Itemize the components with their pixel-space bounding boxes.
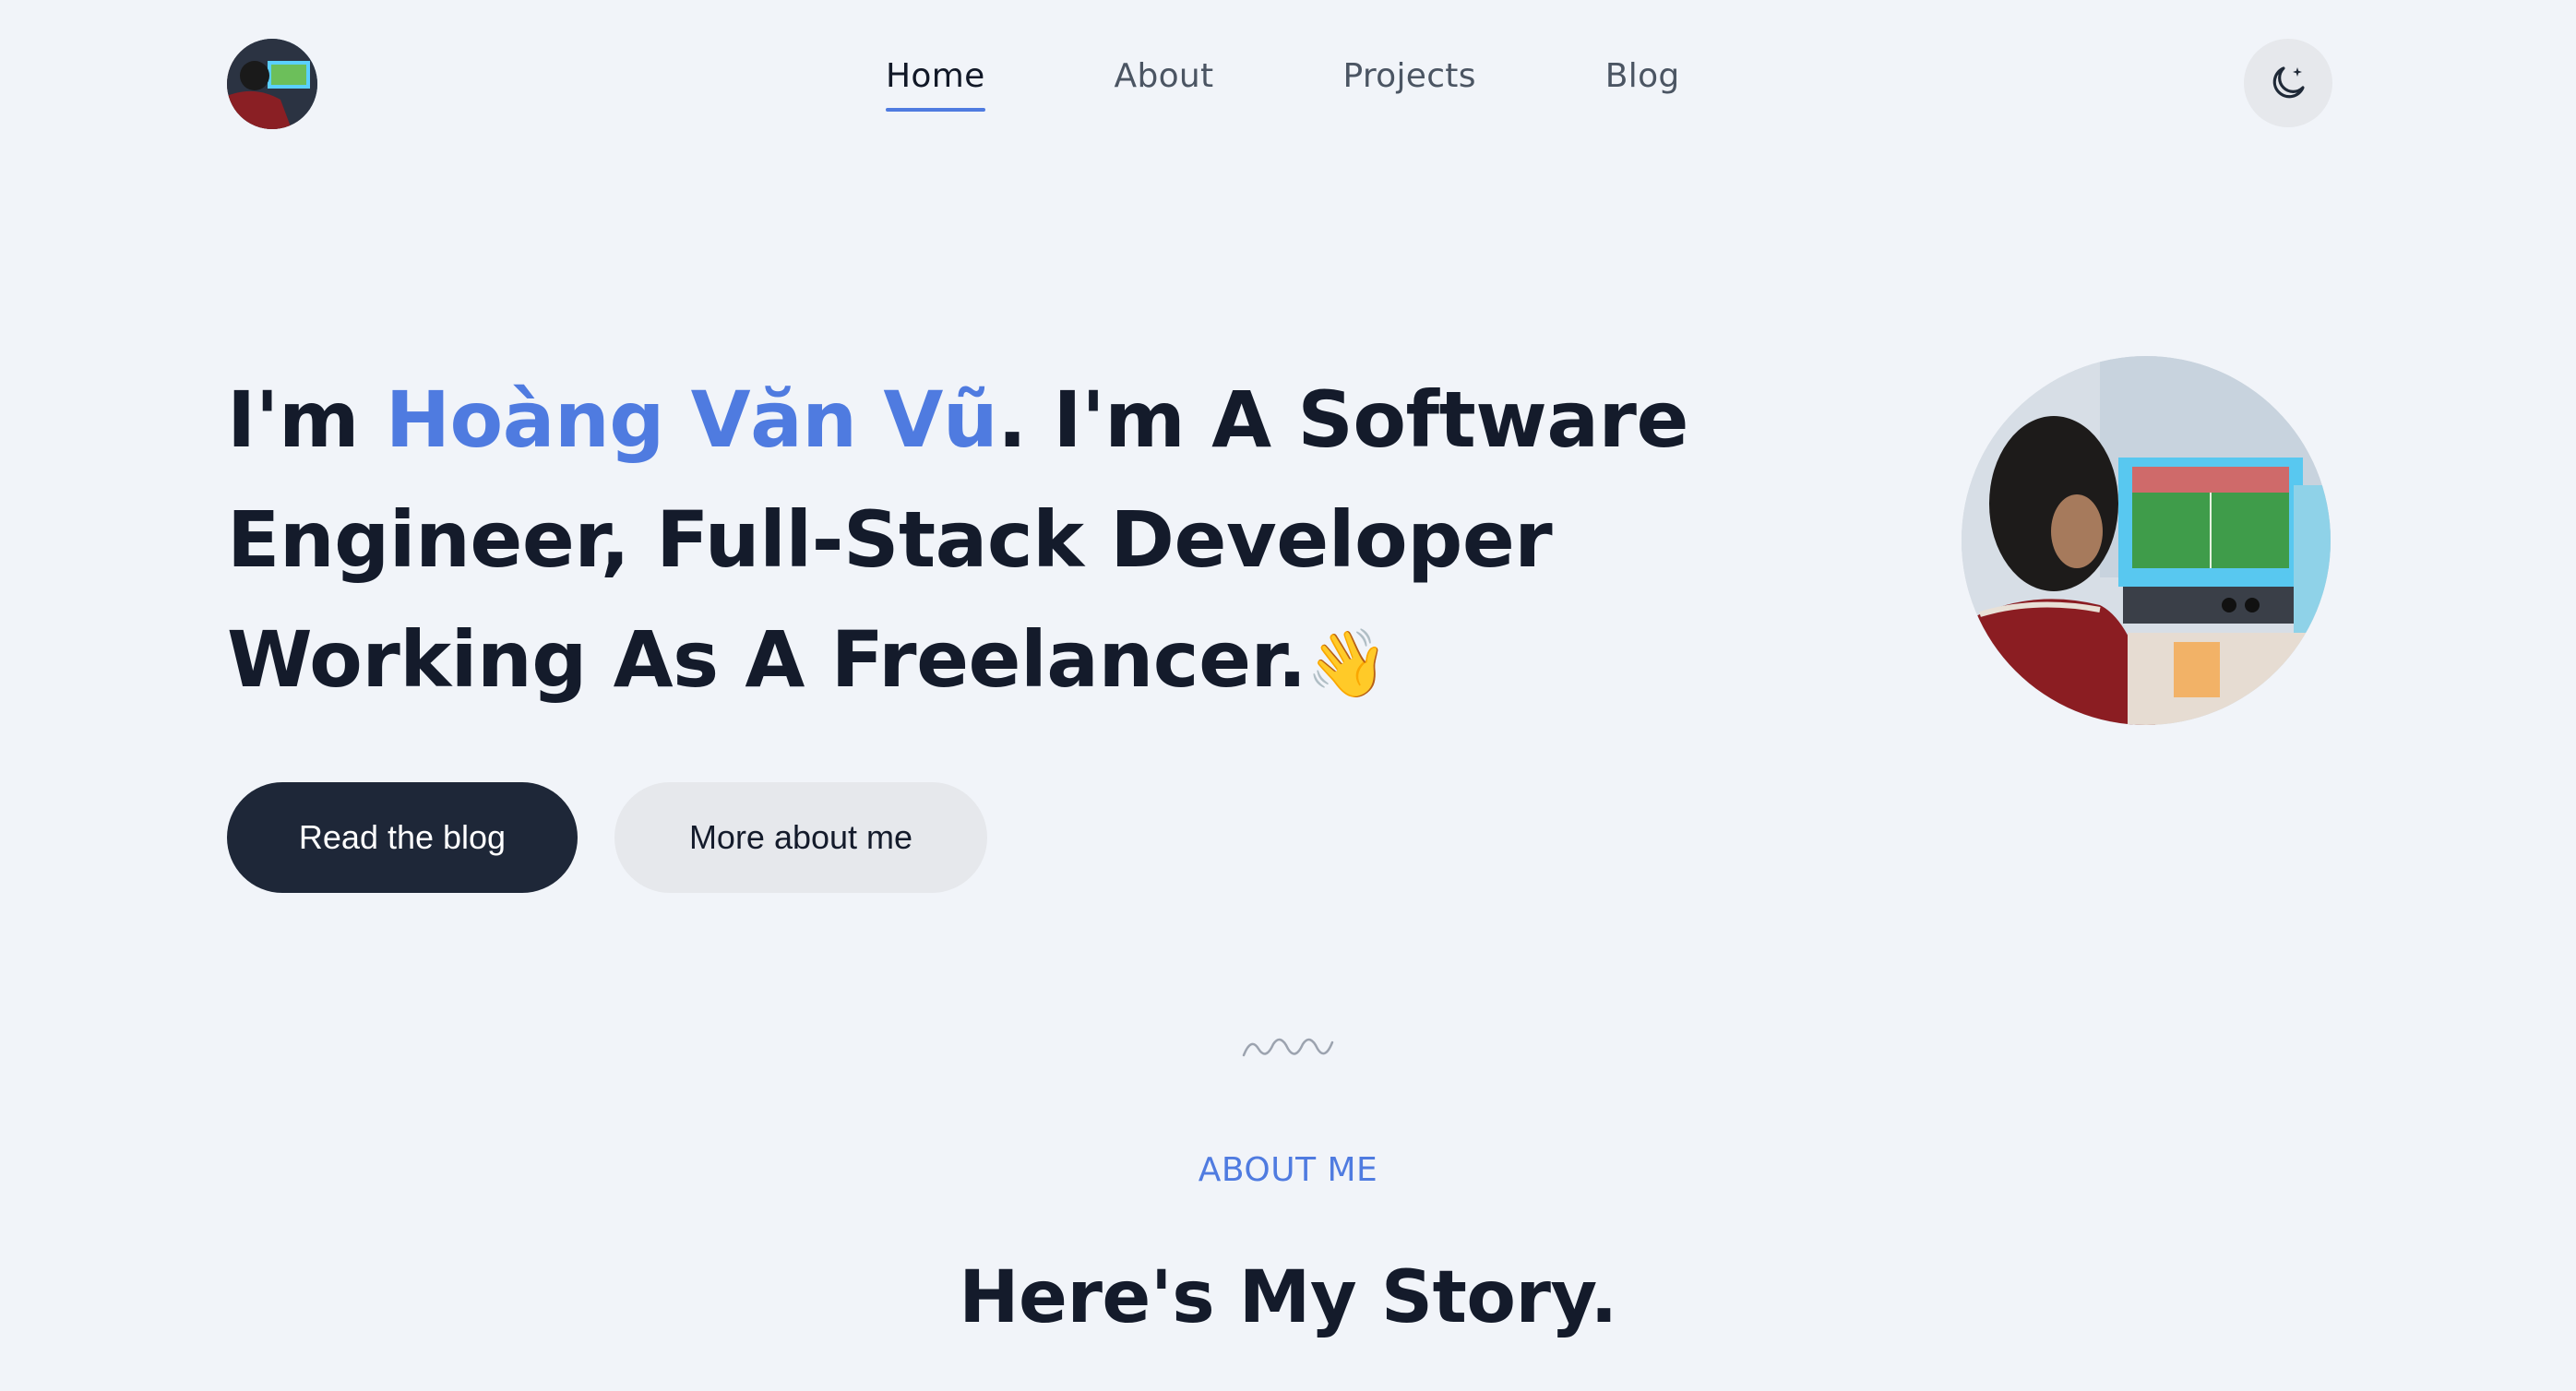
about-section-label: ABOUT ME (1198, 1151, 1378, 1189)
hero-intro-prefix: I'm (227, 374, 386, 465)
waving-hand-icon: 👋 (1306, 624, 1389, 702)
about-section-title: Here's My Story. (959, 1256, 1617, 1339)
nav-projects[interactable]: Projects (1342, 57, 1475, 95)
more-about-button[interactable]: More about me (614, 782, 987, 893)
profile-photo (1962, 356, 2331, 725)
avatar[interactable] (227, 39, 317, 129)
page: Home About Projects Blog I'm Hoàng Văn V… (0, 0, 2576, 1391)
nav-about[interactable]: About (1115, 57, 1214, 95)
theme-toggle-button[interactable] (2244, 39, 2332, 127)
main-nav: Home About Projects Blog (886, 57, 1680, 112)
moon-star-icon (2272, 66, 2305, 99)
squiggle-divider (1242, 1038, 1334, 1057)
read-blog-button[interactable]: Read the blog (227, 782, 578, 893)
avatar-photo (227, 39, 317, 129)
profile-photo-illustration (1962, 356, 2331, 725)
hero-name: Hoàng Văn Vũ (385, 374, 998, 465)
nav-home[interactable]: Home (886, 57, 985, 112)
hero-heading: I'm Hoàng Văn Vũ. I'm A Software Enginee… (227, 360, 1851, 723)
nav-blog[interactable]: Blog (1605, 57, 1680, 95)
